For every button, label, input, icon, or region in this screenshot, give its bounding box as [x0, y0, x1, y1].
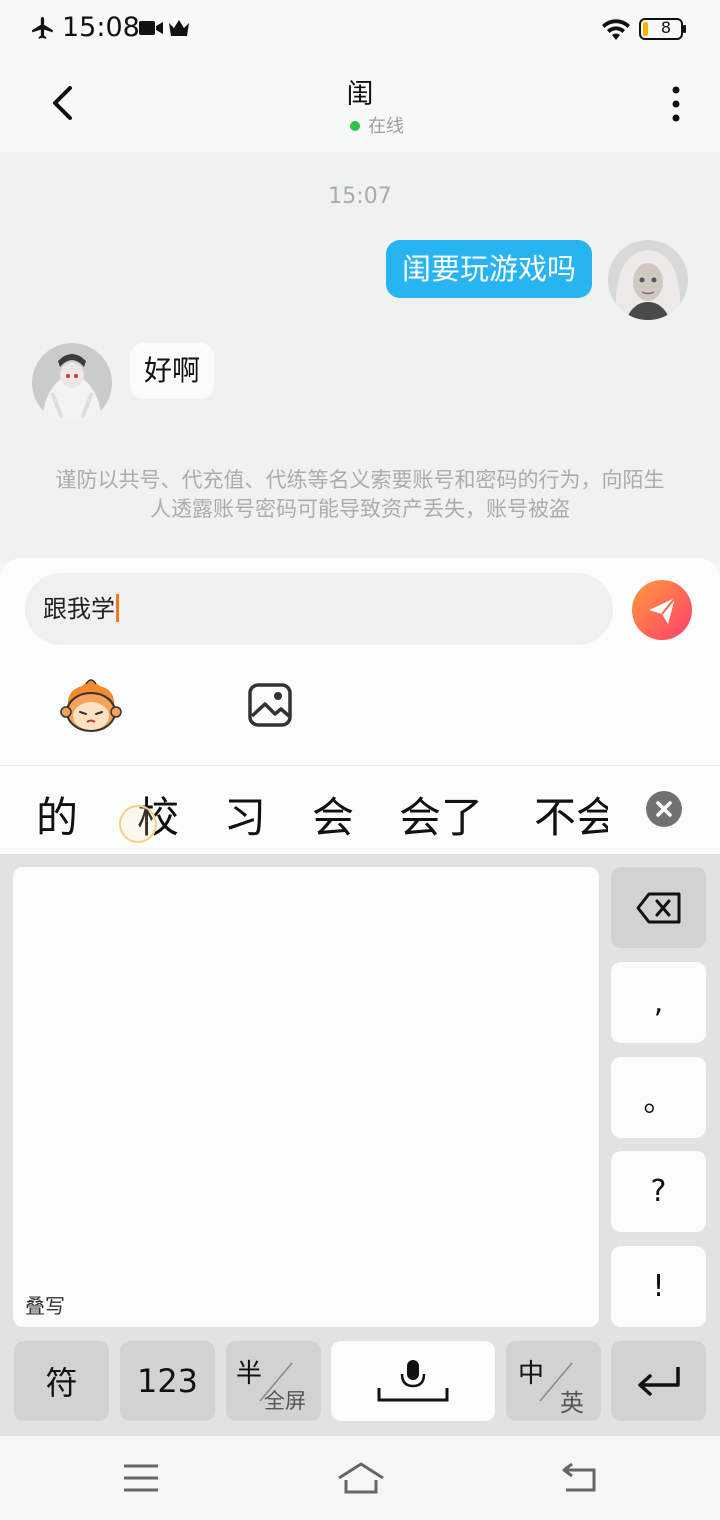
security-notice: 谨防以共号、代充值、代练等名义索要账号和密码的行为，向陌生人透露账号密码可能导致…: [55, 468, 665, 521]
incoming-message[interactable]: 好啊: [130, 343, 215, 399]
message-list[interactable]: 15:07 闺要玩游戏吗 好啊 谨防以共号、代充值、代练等名义索要账号和密码的行…: [0, 152, 720, 562]
english-mode-label: 英: [560, 1389, 584, 1417]
touch-indicator: [119, 805, 157, 843]
online-status-label: 在线: [368, 116, 404, 137]
send-icon: [649, 597, 676, 624]
send-button[interactable]: [632, 580, 692, 640]
microphone-icon: [377, 1360, 449, 1402]
close-candidates-button[interactable]: [646, 791, 682, 827]
message-timestamp: 15:07: [328, 184, 392, 209]
online-dot-icon: [350, 121, 360, 131]
outgoing-message[interactable]: 闺要玩游戏吗: [385, 240, 592, 298]
online-status: 在线: [350, 112, 404, 138]
space-voice-key[interactable]: [331, 1341, 495, 1421]
handwriting-area[interactable]: 叠写: [13, 867, 599, 1327]
comma-key[interactable]: ,: [611, 962, 706, 1043]
half-full-width-key[interactable]: 半 全屏: [226, 1341, 321, 1421]
candidate-item[interactable]: 会: [312, 784, 354, 845]
candidate-clip: 不会: [534, 766, 608, 855]
question-key[interactable]: ?: [611, 1151, 706, 1232]
chat-header: 闺 在线: [0, 58, 720, 152]
keyboard: 叠写 , 。 ? ! 符 123 半 全屏 中 英: [0, 854, 720, 1436]
message-input[interactable]: 跟我学: [25, 573, 613, 645]
close-icon: [656, 801, 672, 817]
more-vertical-icon[interactable]: [662, 84, 690, 124]
back-icon[interactable]: [560, 1460, 600, 1496]
enter-icon: [637, 1367, 680, 1396]
video-camera-icon: [139, 21, 163, 35]
handwriting-mode-label: 叠写: [25, 1294, 65, 1318]
text-caret: [116, 594, 119, 622]
image-icon[interactable]: [247, 682, 293, 728]
candidate-item[interactable]: 习: [224, 784, 266, 845]
candidate-item[interactable]: 的: [36, 784, 78, 845]
airplane-mode-icon: [32, 17, 53, 39]
enter-key[interactable]: [611, 1341, 706, 1421]
message-input-text: 跟我学: [43, 595, 115, 623]
backspace-icon: [636, 892, 680, 923]
symbols-key[interactable]: 符: [14, 1341, 109, 1421]
candidate-bar: 的 校 习 会 会了 不会: [0, 765, 720, 854]
home-icon[interactable]: [336, 1460, 386, 1496]
candidate-item[interactable]: 不会: [534, 784, 608, 845]
system-nav-bar: [0, 1436, 720, 1520]
chat-title: 闺: [346, 79, 374, 110]
battery-level: 8: [660, 18, 672, 37]
emoji-mascot-icon[interactable]: [60, 678, 122, 734]
full-width-label: 全屏: [264, 1389, 306, 1413]
wifi-icon: [602, 19, 630, 40]
exclamation-key[interactable]: !: [611, 1246, 706, 1327]
crown-icon: [169, 20, 189, 36]
period-key[interactable]: 。: [611, 1057, 706, 1138]
chinese-english-toggle-key[interactable]: 中 英: [506, 1341, 601, 1421]
contact-avatar[interactable]: [32, 343, 112, 423]
my-avatar[interactable]: [608, 240, 688, 320]
status-time: 15:08: [62, 12, 140, 43]
input-panel: 跟我学: [0, 558, 720, 765]
numbers-key[interactable]: 123: [120, 1341, 215, 1421]
status-bar: 15:08 8: [0, 0, 720, 58]
backspace-key[interactable]: [611, 867, 706, 948]
candidate-item[interactable]: 会了: [399, 784, 483, 845]
menu-icon[interactable]: [122, 1463, 160, 1493]
